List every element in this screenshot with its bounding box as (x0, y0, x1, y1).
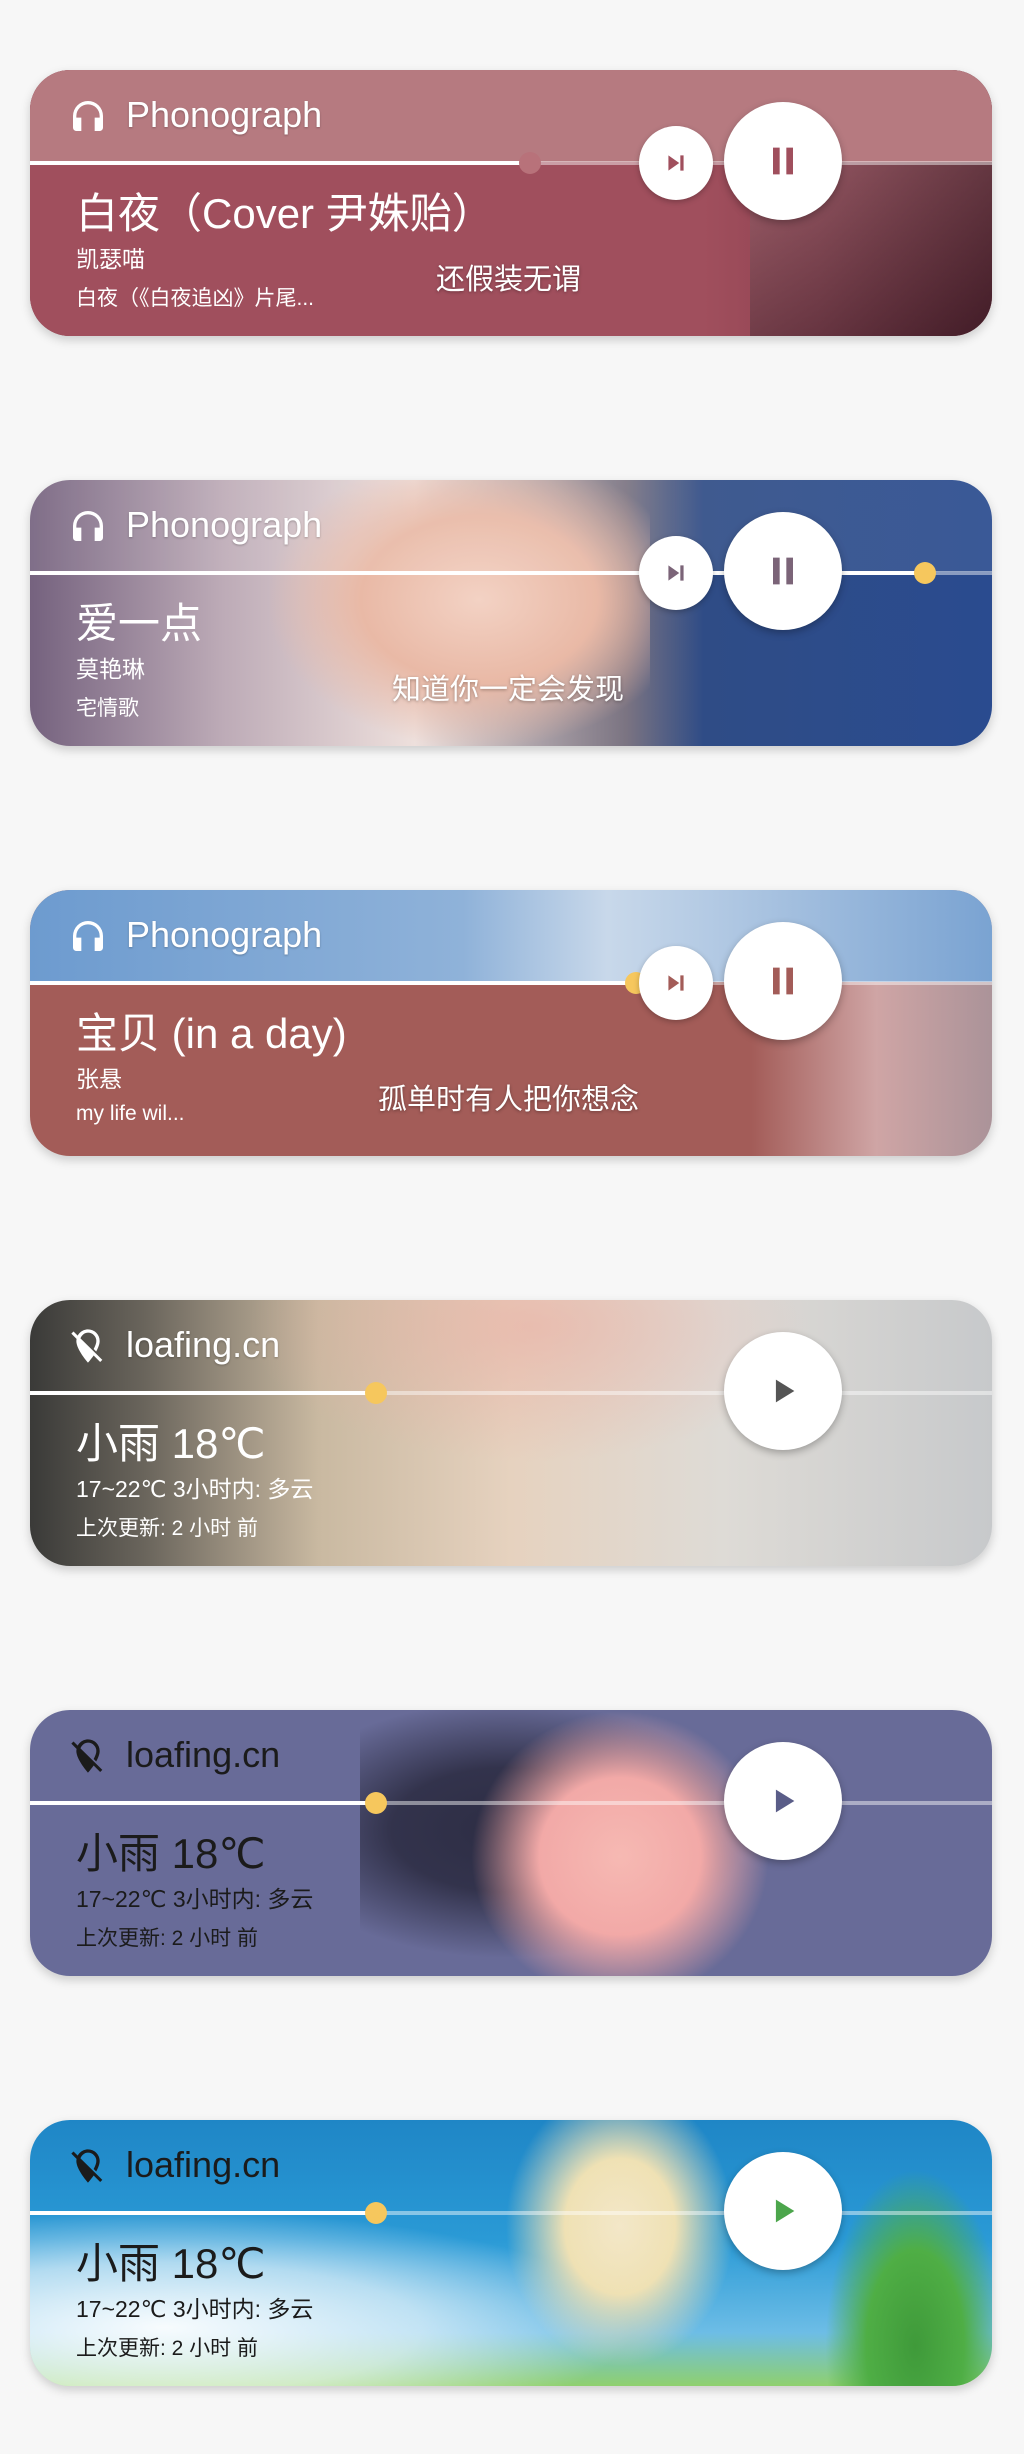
weather-widget-card[interactable]: loafing.cn 小雨 18℃ 17~22℃ 3小时内: 多云 上次更新: … (30, 1710, 992, 1976)
weather-title: 小雨 18℃ (76, 2240, 266, 2287)
skip-next-icon (668, 155, 684, 171)
progress-fill (30, 1391, 377, 1395)
source-name: loafing.cn (126, 1734, 281, 1775)
play-icon (775, 2199, 795, 2223)
last-updated: 上次更新: 2 小时 前 (76, 1927, 259, 1950)
music-widget-card[interactable]: Phonograph 爱一点 莫艳琳 宅情歌 知道你一定会发现 (30, 480, 992, 746)
pause-icon (773, 147, 793, 175)
progress-fill (30, 1801, 377, 1805)
app-name: Phonograph (126, 914, 323, 955)
weather-widget-card[interactable]: loafing.cn 小雨 18℃ 17~22℃ 3小时内: 多云 上次更新: … (30, 2120, 992, 2386)
location-off-icon (71, 1739, 103, 1773)
play-button[interactable] (724, 1332, 842, 1450)
location-off-icon (71, 1329, 103, 1363)
next-track-button[interactable] (639, 946, 713, 1020)
song-artist: 莫艳琳 (76, 656, 145, 682)
progress-track[interactable] (30, 562, 992, 584)
lyric-line: 知道你一定会发现 (392, 674, 625, 706)
progress-track[interactable] (30, 2202, 992, 2224)
next-track-button[interactable] (639, 126, 713, 200)
weather-forecast: 17~22℃ 3小时内: 多云 (76, 1476, 314, 1502)
last-updated: 上次更新: 2 小时 前 (76, 2337, 259, 2360)
weather-title: 小雨 18℃ (76, 1830, 266, 1877)
progress-track[interactable] (30, 972, 992, 994)
lyric-line: 还假装无谓 (436, 264, 582, 296)
skip-next-icon (668, 975, 684, 991)
lyric-line: 孤单时有人把你想念 (378, 1084, 640, 1116)
source-name: loafing.cn (126, 2144, 281, 2185)
pause-button[interactable] (724, 922, 842, 1040)
illustration-face (470, 1710, 770, 1976)
progress-fill (30, 161, 531, 165)
tree (800, 2120, 992, 2386)
play-button[interactable] (724, 2152, 842, 2270)
weather-title: 小雨 18℃ (76, 1420, 266, 1467)
pause-button[interactable] (724, 102, 842, 220)
music-widget-card[interactable]: Phonograph 白夜（Cover 尹姝贻） 凯瑟喵 白夜（《白夜追凶》片尾… (30, 70, 992, 336)
pause-button[interactable] (724, 512, 842, 630)
song-album: 白夜（《白夜追凶》片尾... (76, 287, 315, 310)
progress-track[interactable] (30, 1382, 992, 1404)
location-off-icon (71, 2149, 103, 2183)
headphones-icon (73, 101, 103, 131)
song-album: 宅情歌 (76, 697, 139, 720)
headphones-icon (73, 921, 103, 951)
pause-icon (773, 557, 793, 585)
weather-forecast: 17~22℃ 3小时内: 多云 (76, 2296, 314, 2322)
weather-forecast: 17~22℃ 3小时内: 多云 (76, 1886, 314, 1912)
music-widget-card[interactable]: Phonograph 宝贝 (in a day) 张悬 my life wil.… (30, 890, 992, 1156)
progress-fill (30, 981, 637, 985)
song-title: 白夜（Cover 尹姝贻） (76, 190, 494, 237)
figure-with-parasol (490, 2120, 750, 2386)
song-artist: 张悬 (76, 1066, 122, 1092)
app-name: Phonograph (126, 94, 323, 135)
pause-icon (773, 967, 793, 995)
progress-track[interactable] (30, 1792, 992, 1814)
headphones-icon (73, 511, 103, 541)
weather-widget-card[interactable]: loafing.cn 小雨 18℃ 17~22℃ 3小时内: 多云 上次更新: … (30, 1300, 992, 1566)
song-artist: 凯瑟喵 (76, 246, 145, 272)
next-track-button[interactable] (639, 536, 713, 610)
app-name: Phonograph (126, 504, 323, 545)
song-title: 爱一点 (76, 600, 203, 647)
song-title: 宝贝 (in a day) (76, 1010, 347, 1057)
progress-thumb[interactable] (913, 562, 936, 584)
progress-track[interactable] (30, 152, 992, 174)
play-icon (775, 1379, 795, 1403)
play-icon (775, 1789, 795, 1813)
progress-fill (30, 2211, 377, 2215)
play-button[interactable] (724, 1742, 842, 1860)
source-name: loafing.cn (126, 1324, 281, 1365)
song-album: my life wil... (76, 1102, 185, 1125)
skip-next-icon (668, 565, 684, 581)
last-updated: 上次更新: 2 小时 前 (76, 1517, 259, 1540)
